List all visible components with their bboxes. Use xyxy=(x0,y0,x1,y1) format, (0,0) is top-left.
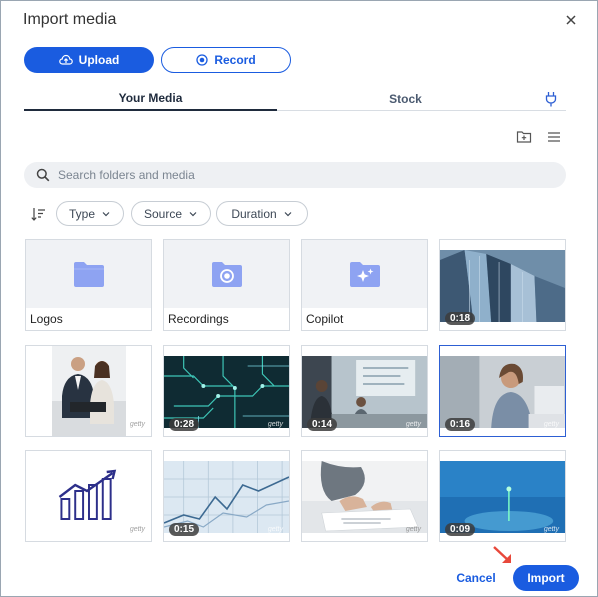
folder-name: Logos xyxy=(30,312,63,326)
media-card[interactable]: 0:09 getty xyxy=(439,450,566,542)
getty-watermark: getty xyxy=(129,526,145,533)
media-card-selected[interactable]: 0:16 getty xyxy=(439,345,566,437)
duration-badge: 0:16 xyxy=(445,418,476,431)
record-folder-icon xyxy=(211,262,242,287)
folder-icon xyxy=(73,262,104,287)
media-card[interactable]: 0:14 getty xyxy=(301,345,428,437)
search-input[interactable] xyxy=(58,168,538,182)
chevron-down-icon xyxy=(284,211,292,216)
dialog-title: Import media xyxy=(23,11,117,28)
duration-filter[interactable]: Duration xyxy=(216,201,308,226)
plug-icon xyxy=(545,92,557,107)
getty-watermark: getty xyxy=(543,421,559,428)
type-filter[interactable]: Type xyxy=(56,201,124,226)
duration-filter-label: Duration xyxy=(231,206,277,221)
media-card[interactable]: 0:18 xyxy=(439,239,566,331)
import-button[interactable]: Import xyxy=(513,565,579,591)
new-folder-icon[interactable] xyxy=(516,129,532,145)
source-filter[interactable]: Source xyxy=(131,201,211,226)
duration-badge: 0:18 xyxy=(445,312,476,325)
folder-card-logos[interactable]: Logos xyxy=(25,239,152,331)
chevron-down-icon xyxy=(189,211,197,216)
folder-preview xyxy=(164,240,289,308)
upload-button[interactable]: Upload xyxy=(24,47,154,73)
close-icon[interactable] xyxy=(563,12,579,28)
media-card[interactable]: 0:28 getty xyxy=(163,345,290,437)
record-icon xyxy=(196,54,208,66)
tab-stock[interactable]: Stock xyxy=(277,87,534,111)
upload-label: Upload xyxy=(78,53,120,67)
folder-name: Copilot xyxy=(306,312,344,326)
getty-watermark: getty xyxy=(267,526,283,533)
tab-your-media[interactable]: Your Media xyxy=(24,87,277,111)
media-thumbnail xyxy=(52,346,126,436)
folder-name: Recordings xyxy=(168,312,229,326)
getty-watermark: getty xyxy=(405,421,421,428)
chevron-down-icon xyxy=(102,211,110,216)
menu-icon[interactable] xyxy=(546,129,562,145)
source-filter-label: Source xyxy=(143,206,183,221)
cancel-button[interactable]: Cancel xyxy=(451,565,501,591)
type-filter-label: Type xyxy=(68,206,95,221)
tab-integrations[interactable] xyxy=(536,87,566,111)
getty-watermark: getty xyxy=(543,526,559,533)
media-thumbnail xyxy=(302,461,427,533)
media-card[interactable]: getty xyxy=(25,345,152,437)
search-bar[interactable] xyxy=(24,162,566,188)
record-button[interactable]: Record xyxy=(161,47,291,73)
media-card[interactable]: getty xyxy=(25,450,152,542)
duration-badge: 0:15 xyxy=(169,523,200,536)
record-label: Record xyxy=(214,53,256,67)
folder-card-recordings[interactable]: Recordings xyxy=(163,239,290,331)
media-card[interactable]: 0:15 getty xyxy=(163,450,290,542)
sort-icon[interactable] xyxy=(30,206,46,222)
search-icon xyxy=(36,168,50,182)
folder-preview xyxy=(302,240,427,308)
folder-preview xyxy=(26,240,151,308)
getty-watermark: getty xyxy=(405,526,421,533)
duration-badge: 0:09 xyxy=(445,523,476,536)
getty-watermark: getty xyxy=(129,421,145,428)
sparkle-folder-icon xyxy=(349,262,380,287)
folder-card-copilot[interactable]: Copilot xyxy=(301,239,428,331)
duration-badge: 0:28 xyxy=(169,418,200,431)
duration-badge: 0:14 xyxy=(307,418,338,431)
cloud-upload-icon xyxy=(58,54,73,65)
getty-watermark: getty xyxy=(267,421,283,428)
media-tabs: Your Media Stock xyxy=(24,87,566,111)
import-media-dialog: Import media Upload Record Your Media St… xyxy=(0,0,598,597)
media-card[interactable]: getty xyxy=(301,450,428,542)
